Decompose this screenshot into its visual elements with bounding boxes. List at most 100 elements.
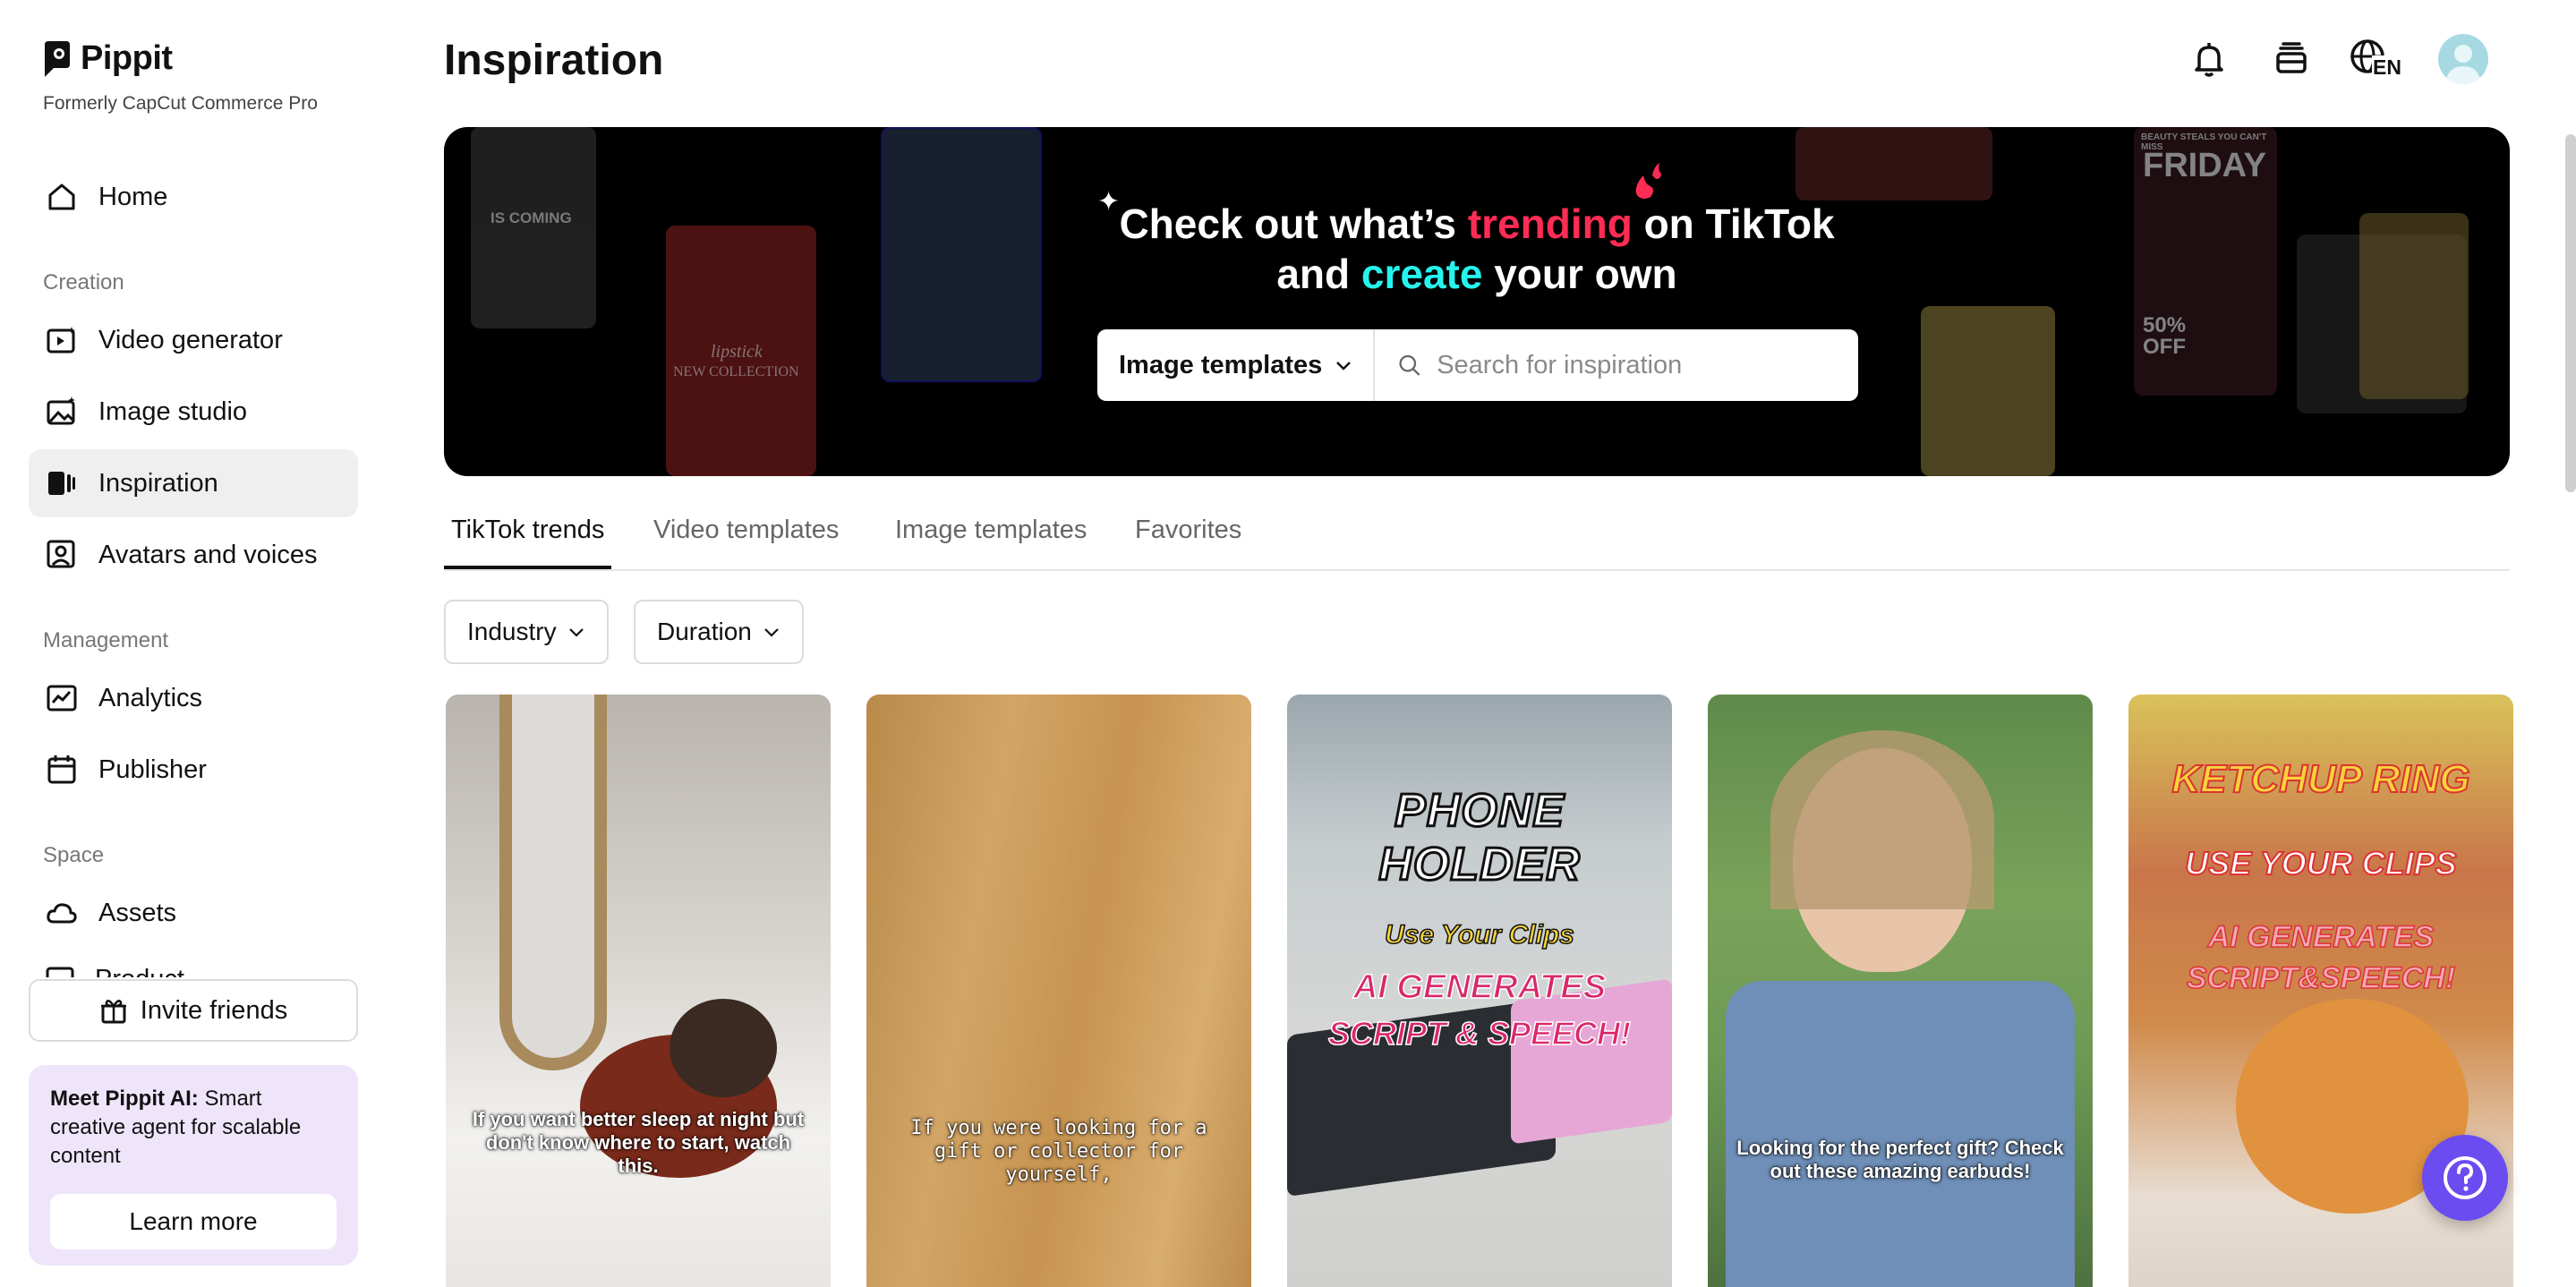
tab-favorites[interactable]: Favorites [1128,516,1249,569]
tab-tiktok-trends[interactable]: TikTok trends [444,516,612,569]
help-button[interactable] [2422,1135,2508,1221]
card-subtitle: Use Your Clips [1384,919,1574,950]
sidebar-item-avatars[interactable]: Avatars and voices [29,521,358,589]
invite-friends-button[interactable]: Invite friends [29,979,358,1042]
pippit-logo-icon [43,40,72,77]
sidebar-item-inspiration[interactable]: Inspiration [29,449,358,517]
template-card-sleep[interactable]: If you want better sleep at night but do… [446,695,831,1287]
template-type-value: Image templates [1119,350,1323,379]
sidebar-item-label: Inspiration [98,468,218,498]
mirror-image [499,695,607,1070]
sidebar-item-label: Video generator [98,325,283,354]
sidebar-item-label: Home [98,182,168,211]
hero-thumb-text: NEW COLLECTION [673,364,799,379]
duration-filter[interactable]: Duration [634,600,804,664]
hero-headline: Check out what’s trending on TikTok and … [444,199,2510,299]
sidebar-item-publisher[interactable]: Publisher [29,736,358,804]
section-creation: Creation [43,270,124,294]
cloud-icon [47,903,77,924]
sidebar-item-home[interactable]: Home [29,163,358,231]
content-tabs: TikTok trends Video templates Image temp… [444,501,2510,571]
analytics-icon [47,685,77,712]
video-generator-icon [47,327,75,354]
promo-bold: Meet Pippit AI: [50,1087,199,1111]
promo-text: Meet Pippit AI: Smart creative agent for… [50,1085,337,1171]
hero-text: Check out what’s [1119,200,1468,247]
sidebar-item-assets[interactable]: Assets [29,879,358,947]
page-scrollbar[interactable] [2565,134,2576,492]
chevron-down-icon [764,628,779,637]
image-studio-icon [47,396,75,425]
language-code: EN [2372,55,2402,80]
page-title: Inspiration [444,37,664,84]
hero-thumb-5 [1921,306,2055,476]
bell-icon [2195,43,2223,77]
brand[interactable]: Pippit [43,39,173,78]
pippit-ai-promo: Meet Pippit AI: Smart creative agent for… [29,1065,358,1266]
brand-subtitle: Formerly CapCut Commerce Pro [43,93,318,114]
hero-thumb-text: FRIDAY [2143,147,2266,184]
calendar-icon [47,755,76,784]
sidebar-item-analytics[interactable]: Analytics [29,664,358,732]
card-caption: Looking for the perfect gift? Check out … [1736,1137,2064,1182]
search-field [1375,350,1858,380]
learn-more-button[interactable]: Learn more [50,1194,337,1249]
tab-image-templates[interactable]: Image templates [888,516,1094,569]
products-icon [46,967,74,977]
header-actions: EN [2184,34,2488,84]
template-type-select[interactable]: Image templates [1097,329,1375,401]
presenter-hair [1770,730,1994,909]
hero-search-bar: Image templates [1097,329,1858,401]
hero-text: and [1276,251,1361,297]
flame-drop-icon [1635,163,1661,199]
notifications-button[interactable] [2184,34,2234,84]
stack-icon [2276,42,2307,73]
presenter-jacket [1726,981,2075,1287]
sidebar-item-image-studio[interactable]: Image studio [29,378,358,446]
chevron-down-icon [568,628,584,637]
industry-filter[interactable]: Industry [444,600,609,664]
subscription-button[interactable] [2266,34,2316,84]
card-line-1: AI GENERATES [2207,919,2435,955]
sidebar-item-label: Analytics [98,683,203,712]
template-card-phone-holder[interactable]: PHONE HOLDER Use Your Clips AI GENERATES… [1287,695,1672,1287]
card-line-1: AI GENERATES [1352,967,1607,1007]
template-card-wood[interactable]: If you were looking for a gift or collec… [866,695,1251,1287]
hero-line-2: and create your own [444,249,2510,299]
tab-video-templates[interactable]: Video templates [646,516,846,569]
card-line-2: SCRIPT & SPEECH! [1327,1014,1632,1053]
card-subtitle: USE YOUR CLIPS [2184,844,2457,882]
card-title: KETCHUP RING [2171,756,2470,802]
inspiration-icon [48,472,75,495]
search-input[interactable] [1437,350,1858,380]
hero-text: your own [1482,251,1677,297]
hero-highlight-create: create [1361,251,1483,297]
sidebar-item-products-partial[interactable]: Product [45,958,184,977]
sidebar-item-label: Avatars and voices [98,540,318,569]
search-icon [1399,354,1420,376]
hero-line-1: Check out what’s trending on TikTok [444,199,2510,249]
sidebar-item-label: Product [95,958,184,977]
card-caption: If you want better sleep at night but do… [472,1108,805,1177]
invite-friends-label: Invite friends [140,995,288,1025]
sidebar-item-label: Image studio [98,396,248,426]
section-management: Management [43,628,169,652]
card-title: PHONE HOLDER [1378,784,1582,892]
template-card-earbuds[interactable]: Looking for the perfect gift? Check out … [1708,695,2093,1287]
duration-filter-label: Duration [657,618,752,645]
industry-filter-label: Industry [467,618,557,645]
sidebar-item-video-generator[interactable]: Video generator [29,306,358,374]
home-icon [48,183,75,210]
avatar[interactable] [2438,34,2488,84]
brand-name: Pippit [81,39,173,77]
hair-image [670,999,777,1097]
hero-banner: IS COMING lipstick NEW COLLECTION BEAUTY… [444,127,2510,476]
language-button[interactable]: EN [2349,34,2406,84]
section-space: Space [43,843,105,867]
question-mark-icon [2444,1156,2486,1199]
card-line-2: SCRIPT&SPEECH! [2186,960,2456,996]
avatar-icon [47,540,75,568]
user-avatar-icon [2445,45,2481,84]
sidebar-item-label: Publisher [98,754,207,784]
hero-thumb-4 [1796,127,1992,200]
